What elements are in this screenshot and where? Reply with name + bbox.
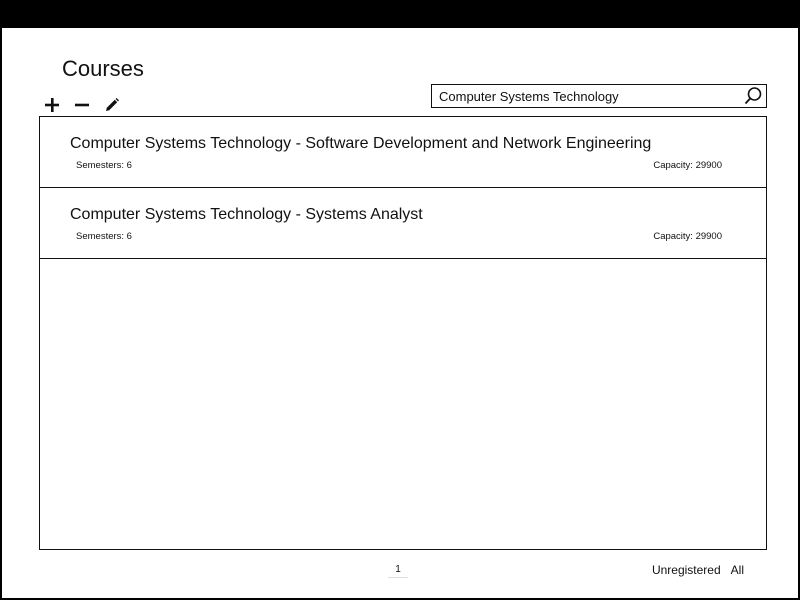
course-toolbar — [42, 94, 122, 116]
minus-icon — [75, 103, 89, 107]
unregistered-filter-link[interactable]: Unregistered — [652, 563, 721, 577]
page-title: Courses — [62, 56, 144, 81]
add-course-button[interactable] — [42, 95, 62, 115]
course-list-item[interactable]: Computer Systems Technology - Software D… — [40, 117, 766, 188]
all-filter-link[interactable]: All — [731, 563, 744, 577]
search-icon[interactable] — [740, 85, 766, 107]
search-box — [431, 84, 767, 108]
remove-course-button[interactable] — [72, 95, 92, 115]
course-name: Computer Systems Technology - Software D… — [70, 135, 652, 152]
footer-filter-links: Unregistered All — [652, 563, 744, 577]
course-semesters: Semesters: 6 — [76, 160, 132, 171]
page-number-link[interactable]: 1 — [388, 562, 408, 578]
plus-icon — [45, 98, 59, 112]
search-input[interactable] — [432, 85, 740, 107]
course-name: Computer Systems Technology - Systems An… — [70, 206, 423, 223]
pencil-icon — [106, 98, 119, 111]
course-capacity: Capacity: 29900 — [653, 160, 722, 171]
course-capacity: Capacity: 29900 — [653, 231, 722, 242]
course-list: Computer Systems Technology - Software D… — [39, 116, 767, 550]
course-list-item[interactable]: Computer Systems Technology - Systems An… — [40, 188, 766, 259]
course-semesters: Semesters: 6 — [76, 231, 132, 242]
edit-course-button[interactable] — [102, 95, 122, 115]
